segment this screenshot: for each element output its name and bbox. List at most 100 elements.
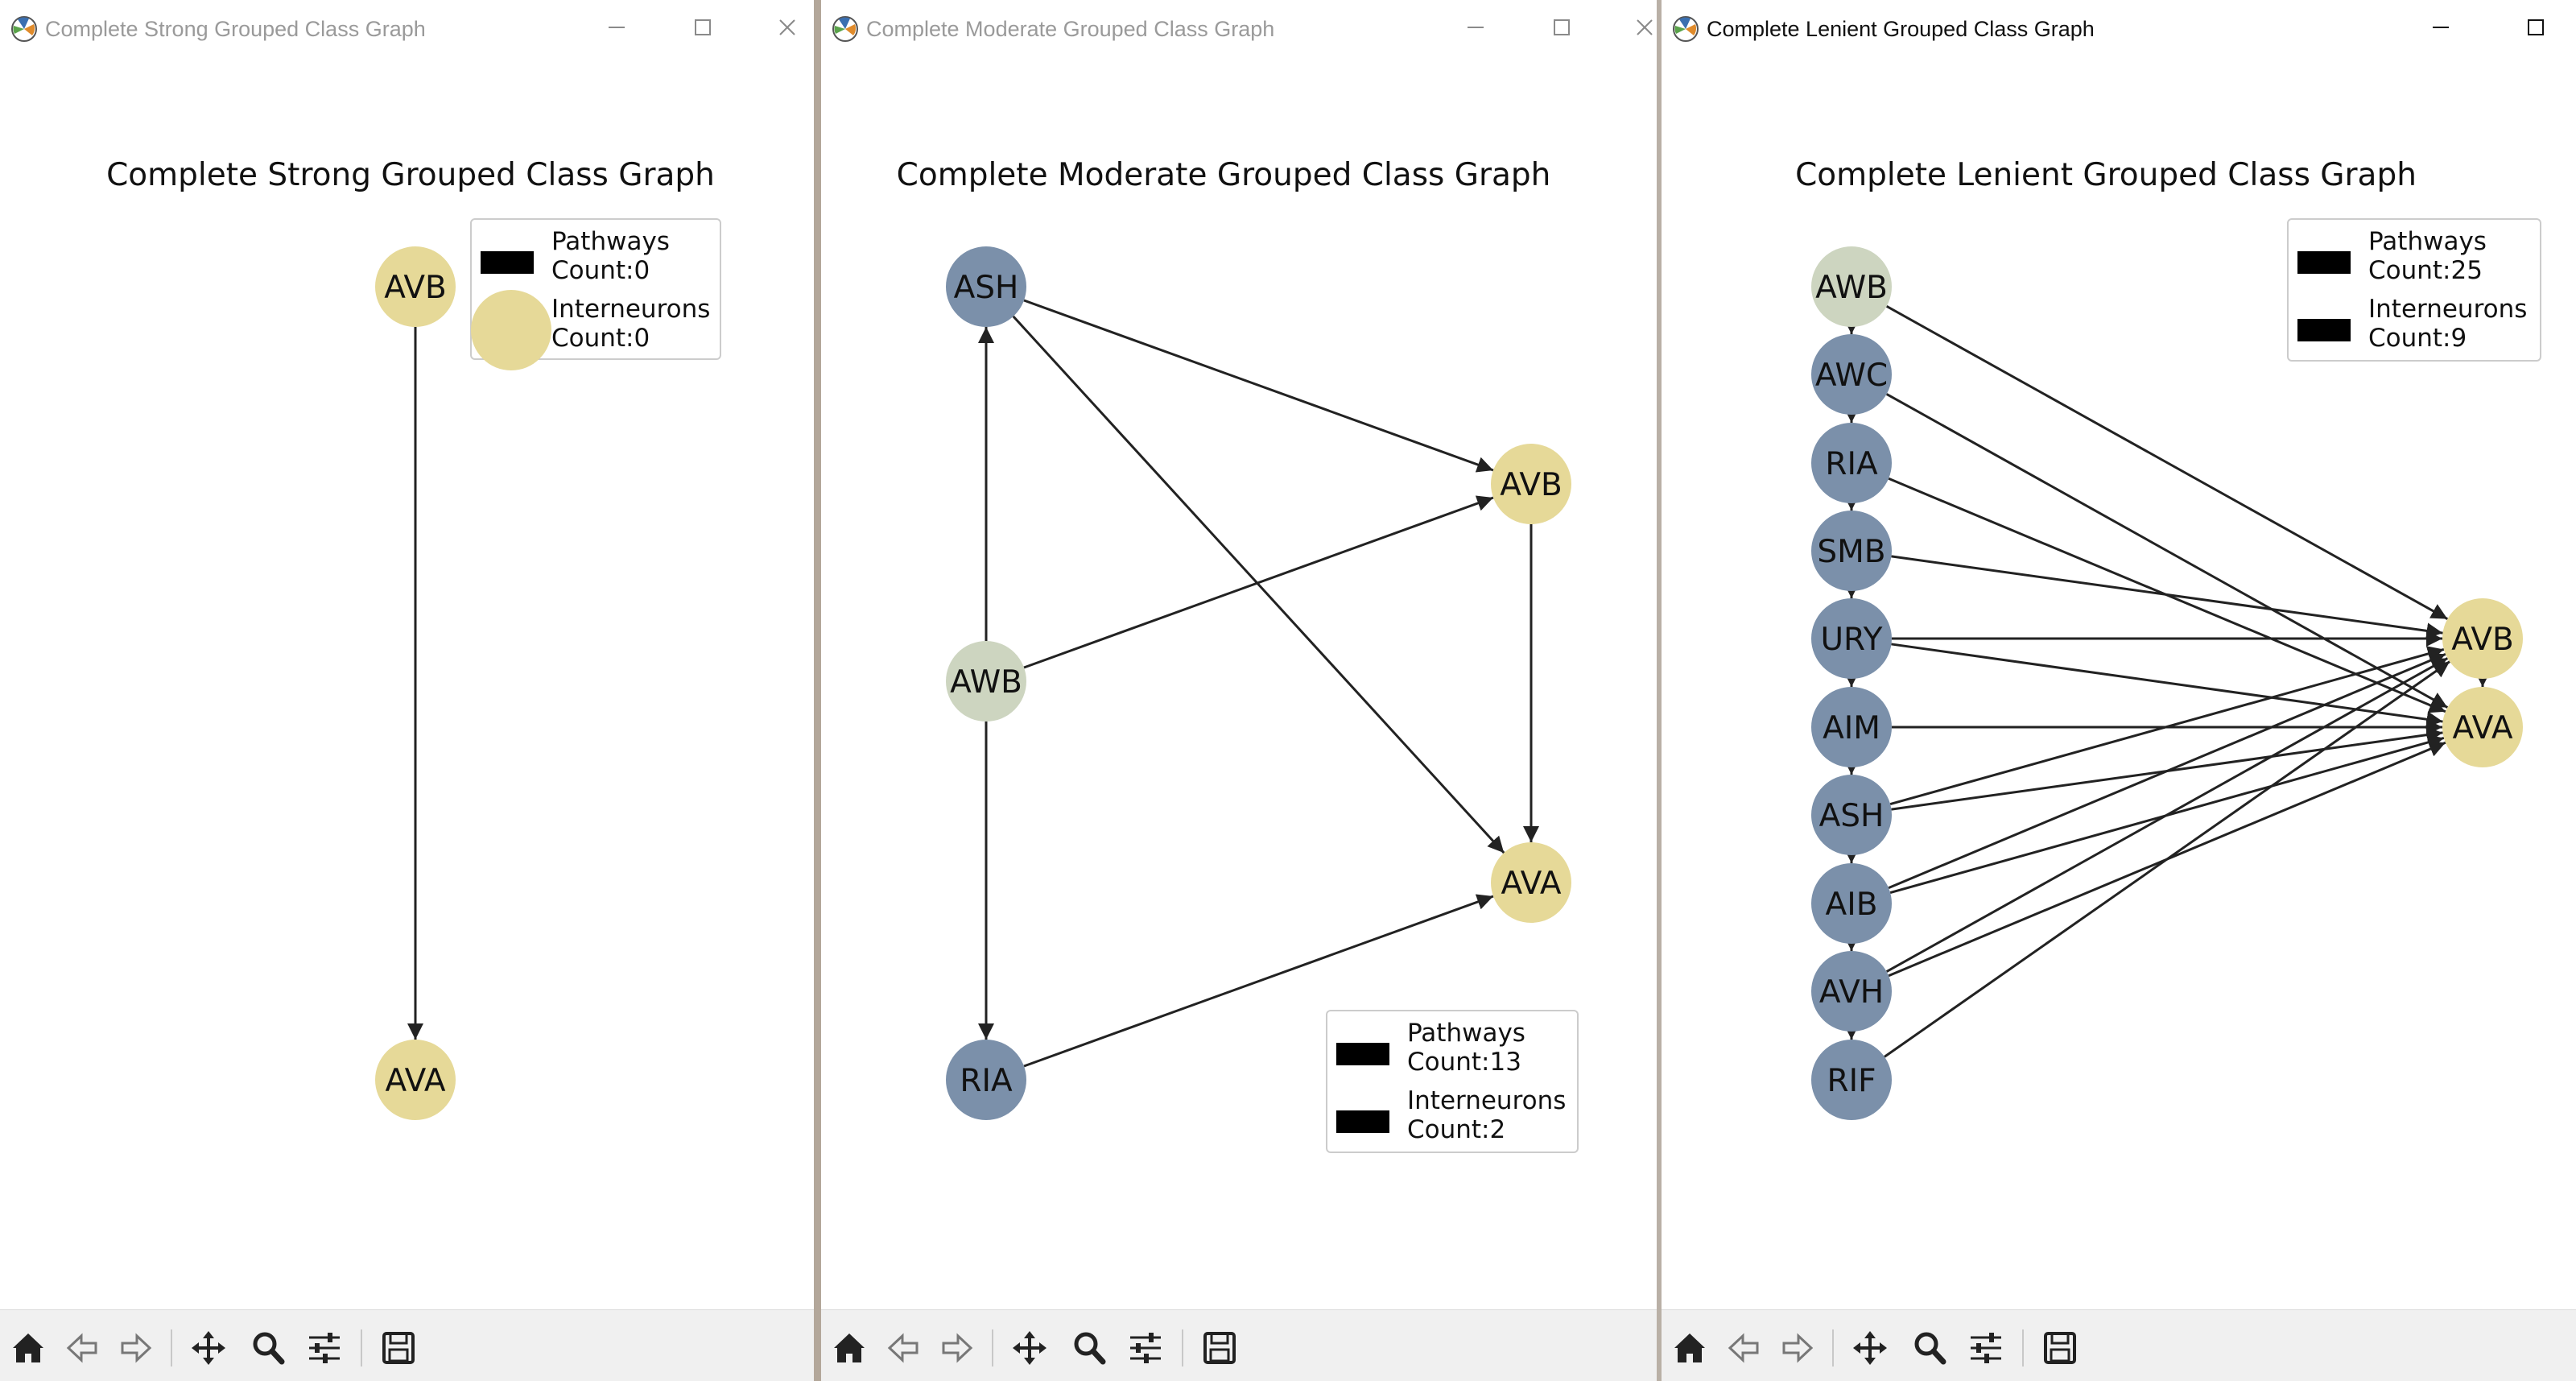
save-icon[interactable] [377, 1326, 420, 1370]
maximize-icon[interactable] [2521, 13, 2550, 42]
forward-arrow-icon[interactable] [1776, 1326, 1819, 1370]
legend-marker [471, 290, 551, 370]
node-awb: AWB [946, 641, 1026, 722]
home-icon[interactable] [828, 1326, 871, 1370]
back-arrow-icon[interactable] [60, 1326, 104, 1370]
legend: Pathways Count:25Interneurons Count:9 [2287, 218, 2541, 362]
node-label: AWB [950, 664, 1022, 701]
matplotlib-app-icon [11, 16, 37, 42]
edge-awb-avb [1023, 495, 1494, 669]
node-label: AIB [1826, 887, 1878, 923]
node-ava: AVA [2442, 687, 2523, 767]
navigation-toolbar [0, 1309, 817, 1381]
node-aim: AIM [1811, 687, 1892, 767]
node-label: AVB [1500, 467, 1563, 503]
forward-arrow-icon[interactable] [114, 1326, 158, 1370]
navigation-toolbar [1662, 1309, 2576, 1381]
graph-plot: Complete Strong Grouped Class Graph AVB AV… [106, 157, 721, 1120]
configure-subplots-icon[interactable] [1124, 1326, 1167, 1370]
node-ash: ASH [1811, 775, 1892, 855]
zoom-icon[interactable] [1067, 1326, 1111, 1370]
node-label: AIM [1823, 710, 1880, 746]
edge-awc-ava [1885, 393, 2449, 709]
node-smb: SMB [1811, 511, 1892, 591]
chart-title: Complete Lenient Grouped Class Graph [1795, 157, 2417, 193]
node-ava: AVA [1491, 842, 1571, 923]
pan-icon[interactable] [1008, 1326, 1051, 1370]
title-bar[interactable]: Complete Strong Grouped Class Graph [0, 0, 817, 56]
edge-smb-avb [1891, 555, 2443, 639]
node-label: AVH [1819, 974, 1884, 1011]
window-border [1657, 0, 1662, 1381]
node-label: URY [1821, 622, 1883, 658]
legend-marker [1336, 1043, 1389, 1065]
node-label: AVA [385, 1063, 445, 1099]
edge-ash-avb [1023, 299, 1494, 473]
node-label: AWC [1815, 358, 1888, 394]
chart-title: Complete Strong Grouped Class Graph [106, 157, 715, 193]
toolbar-separator [992, 1329, 993, 1367]
node-ury: URY [1811, 598, 1892, 679]
node-label: RIA [960, 1063, 1013, 1099]
node-label: RIA [1825, 446, 1878, 482]
node-label: AVA [1501, 866, 1561, 902]
minimize-icon[interactable] [602, 13, 631, 42]
toolbar-separator [1182, 1329, 1183, 1367]
node-label: ASH [954, 270, 1019, 306]
home-icon[interactable] [1668, 1326, 1711, 1370]
title-bar[interactable]: Complete Lenient Grouped Class Graph [1662, 0, 2576, 56]
figure-canvas[interactable]: Complete Moderate Grouped Class Graph ASH… [821, 56, 1658, 1310]
maximize-icon[interactable] [1547, 13, 1576, 42]
node-awb: AWB [1811, 246, 1892, 327]
minimize-icon[interactable] [1461, 13, 1490, 42]
node-aib: AIB [1811, 863, 1892, 944]
legend: Pathways Count:13Interneurons Count:2 [1326, 1010, 1579, 1153]
window-lenient: Complete Lenient Grouped Class Graph Comp… [1662, 0, 2576, 1381]
close-icon[interactable] [773, 13, 802, 42]
matplotlib-app-icon [1673, 16, 1699, 42]
figure-canvas[interactable]: Complete Strong Grouped Class Graph AVB AV… [0, 56, 817, 1310]
close-icon[interactable] [1630, 13, 1658, 42]
edge-aib-avb [1888, 652, 2446, 890]
window-moderate: Complete Moderate Grouped Class Graph Com… [821, 0, 1658, 1381]
node-label: AVB [2451, 622, 2514, 658]
legend-label: Pathways Count:13 [1407, 1019, 1525, 1077]
toolbar-separator [361, 1329, 362, 1367]
back-arrow-icon[interactable] [1722, 1326, 1765, 1370]
maximize-icon[interactable] [688, 13, 717, 42]
save-icon[interactable] [2038, 1326, 2082, 1370]
node-avh: AVH [1811, 951, 1892, 1032]
pan-icon[interactable] [187, 1326, 230, 1370]
legend-marker [481, 251, 534, 274]
chart-title: Complete Moderate Grouped Class Graph [897, 157, 1551, 193]
node-ash: ASH [946, 246, 1026, 327]
window-title: Complete Lenient Grouped Class Graph [1707, 17, 2095, 41]
title-bar[interactable]: Complete Moderate Grouped Class Graph [821, 0, 1658, 56]
figure-canvas[interactable]: Complete Lenient Grouped Class Graph AWB A… [1662, 56, 2576, 1310]
window-border [814, 0, 821, 1381]
node-rif: RIF [1811, 1040, 1892, 1120]
zoom-icon[interactable] [1908, 1326, 1951, 1370]
graph-plot: Complete Lenient Grouped Class Graph AWB A… [1795, 157, 2541, 1120]
edge-rif-avb [1884, 660, 2450, 1058]
legend: Pathways Count:0Interneurons Count:0 [470, 218, 721, 370]
back-arrow-icon[interactable] [881, 1326, 925, 1370]
window-title: Complete Moderate Grouped Class Graph [866, 17, 1275, 41]
edge-ash-ava [1012, 315, 1505, 854]
legend-marker [2297, 319, 2351, 341]
node-ria: RIA [946, 1040, 1026, 1120]
forward-arrow-icon[interactable] [935, 1326, 979, 1370]
node-avb: AVB [375, 246, 456, 327]
save-icon[interactable] [1198, 1326, 1241, 1370]
zoom-icon[interactable] [246, 1326, 290, 1370]
matplotlib-app-icon [832, 16, 858, 42]
configure-subplots-icon[interactable] [303, 1326, 346, 1370]
configure-subplots-icon[interactable] [1964, 1326, 2008, 1370]
node-awc: AWC [1811, 334, 1892, 415]
node-avb: AVB [1491, 444, 1571, 524]
node-ria: RIA [1811, 423, 1892, 503]
edge-avh-avb [1885, 657, 2449, 973]
pan-icon[interactable] [1848, 1326, 1892, 1370]
minimize-icon[interactable] [2426, 13, 2455, 42]
home-icon[interactable] [6, 1326, 50, 1370]
